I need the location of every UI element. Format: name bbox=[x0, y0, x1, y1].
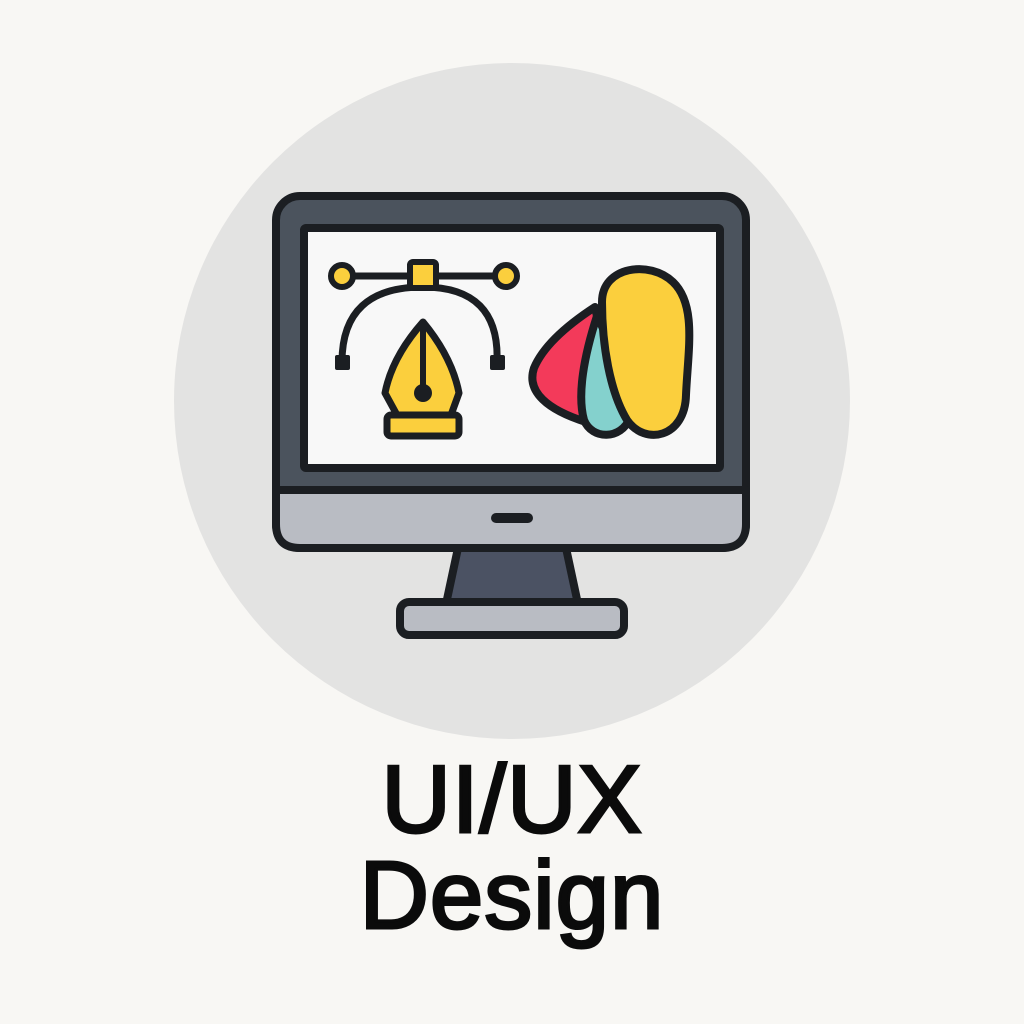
caption-line-2: Design bbox=[358, 842, 665, 949]
caption: UI/UX Design bbox=[0, 746, 1024, 949]
bezier-handle-right bbox=[492, 262, 520, 290]
monitor-power-indicator bbox=[491, 513, 533, 523]
monitor-base bbox=[396, 598, 628, 639]
ui-ux-design-illustration bbox=[174, 63, 850, 739]
caption-line-1: UI/UX bbox=[380, 746, 643, 853]
bezier-anchor-point bbox=[407, 259, 439, 291]
bezier-handle-left bbox=[328, 262, 356, 290]
